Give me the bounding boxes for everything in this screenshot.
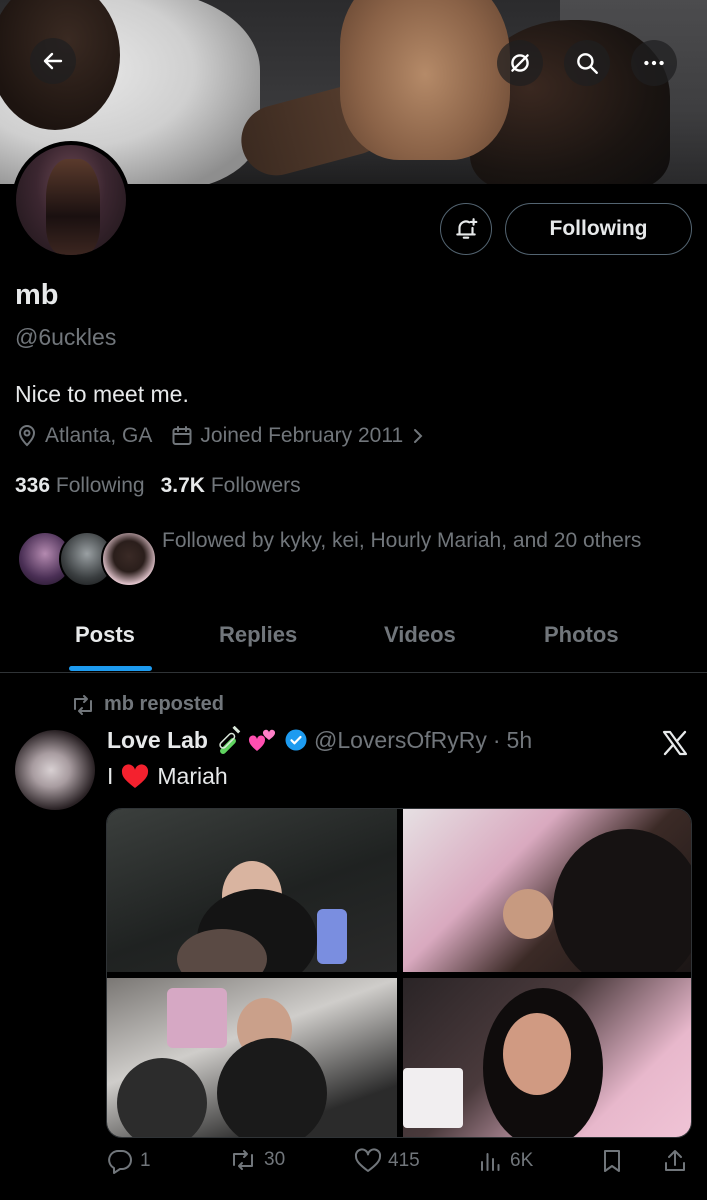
bell-plus-icon: [456, 218, 478, 239]
repost-count: 30: [264, 1149, 286, 1170]
joined-text: Joined February 2011: [200, 424, 404, 447]
photo-hair: [553, 829, 691, 972]
following-label: Following: [55, 474, 145, 497]
red-heart-emoji-icon: [122, 763, 149, 788]
back-button[interactable]: [30, 38, 76, 84]
verified-icon: [285, 729, 307, 751]
followers-count: 3.7K: [160, 474, 205, 497]
share-button[interactable]: [662, 1148, 688, 1174]
post-actions: 1 30 415 6K: [106, 1148, 692, 1184]
profile-name: mb: [15, 279, 59, 311]
calendar-icon: [172, 426, 192, 445]
media-image[interactable]: [107, 809, 397, 972]
avatar-figure: [46, 159, 100, 255]
followers-count-link[interactable]: 3.7K Followers: [161, 474, 301, 498]
bookmark-button[interactable]: [600, 1148, 624, 1174]
bookmark-icon: [604, 1150, 620, 1172]
search-button[interactable]: [564, 40, 610, 86]
post-author-handle[interactable]: @LoversOfRyRy: [314, 727, 487, 754]
tab-videos[interactable]: Videos: [384, 622, 456, 648]
photo-sign: [167, 988, 227, 1048]
follower-avatar: [101, 531, 157, 587]
post-text-end: Mariah: [157, 763, 228, 789]
joined-item[interactable]: Joined February 2011: [170, 424, 427, 448]
x-logo-icon: [662, 730, 688, 756]
test-tube-emoji-icon: [219, 726, 241, 754]
repost-indicator: mb reposted: [70, 693, 224, 716]
post-time[interactable]: 5h: [507, 727, 533, 754]
post-text-start: I: [107, 763, 114, 789]
following-button[interactable]: Following: [505, 203, 692, 255]
photo-paper: [403, 1068, 463, 1128]
media-toggle-button[interactable]: [497, 40, 543, 86]
profile-handle: @6uckles: [15, 324, 117, 350]
views-count: 6K: [510, 1150, 534, 1171]
post-author-avatar[interactable]: [15, 730, 95, 810]
active-tab-indicator: [69, 666, 152, 671]
views-icon: [481, 1153, 500, 1171]
repost-label: mb reposted: [104, 693, 225, 715]
reply-button[interactable]: 1: [106, 1148, 151, 1174]
back-arrow-icon: [43, 52, 63, 70]
profile-avatar[interactable]: [12, 141, 130, 259]
location-icon: [18, 425, 36, 447]
followed-by-text[interactable]: Followed by kyky, kei, Hourly Mariah, an…: [162, 524, 662, 557]
tab-replies[interactable]: Replies: [219, 622, 297, 648]
share-icon: [665, 1150, 685, 1171]
location-item: Atlanta, GA: [15, 424, 152, 448]
profile-tabs: Posts Replies Videos Photos: [0, 600, 707, 673]
two-hearts-emoji-icon: [248, 729, 275, 751]
like-button[interactable]: 415: [354, 1148, 420, 1174]
notifications-button[interactable]: [440, 203, 492, 255]
more-button[interactable]: [631, 40, 677, 86]
repost-button[interactable]: 30: [228, 1148, 285, 1172]
tab-posts[interactable]: Posts: [75, 622, 135, 648]
post-author-name[interactable]: Love Lab: [107, 727, 208, 754]
fallback-hide-icon: [511, 54, 529, 72]
followers-label: Followers: [210, 474, 301, 497]
repost-icon: [233, 1150, 253, 1170]
photo-hand: [503, 889, 553, 939]
post-media-grid[interactable]: [106, 808, 692, 1138]
photo-phone: [317, 909, 347, 964]
media-image[interactable]: [107, 978, 397, 1137]
photo-figure: [217, 1038, 327, 1137]
views-button[interactable]: 6K: [478, 1148, 533, 1174]
more-icon: [644, 60, 664, 66]
following-count: 336: [15, 474, 51, 497]
repost-icon: [74, 694, 92, 715]
followed-by-avatars[interactable]: [17, 531, 157, 589]
follow-counts: 336 Following 3.7K Followers: [15, 474, 301, 498]
like-icon: [354, 1148, 382, 1172]
post-separator: ·: [492, 726, 501, 753]
photo-face: [503, 1013, 571, 1095]
media-image[interactable]: [403, 809, 691, 972]
location-text: Atlanta, GA: [45, 424, 153, 447]
banner-bg-shape: [340, 0, 510, 160]
profile-bio: Nice to meet me.: [15, 381, 189, 407]
like-count: 415: [388, 1150, 420, 1171]
photo-camera: [117, 1058, 207, 1137]
chevron-right-icon: [414, 429, 423, 443]
search-icon: [577, 53, 598, 74]
post-text: I Mariah: [107, 763, 228, 790]
media-image[interactable]: [403, 978, 691, 1137]
post-header: Love Lab @LoversOfRyRy · 5h: [107, 726, 532, 754]
reply-count: 1: [140, 1150, 151, 1171]
tab-photos[interactable]: Photos: [544, 622, 619, 648]
reply-icon: [108, 1150, 132, 1174]
following-count-link[interactable]: 336 Following: [15, 474, 145, 498]
profile-meta: Atlanta, GA Joined February 2011: [15, 424, 427, 448]
